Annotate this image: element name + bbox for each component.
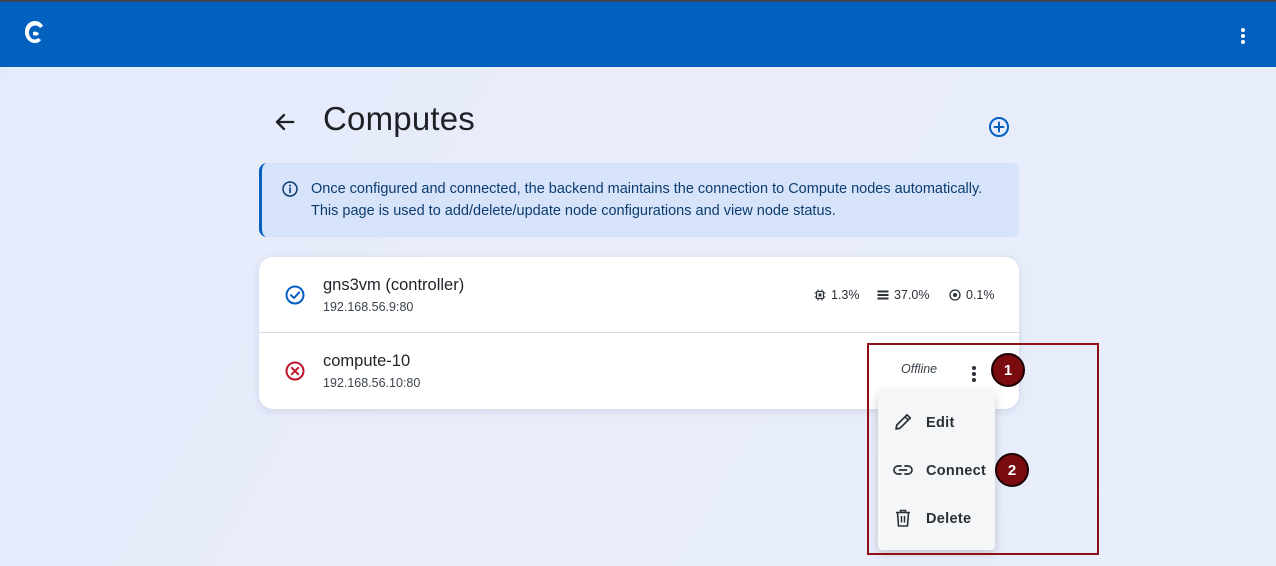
compute-address: 192.168.56.10:80 [323, 376, 421, 390]
info-icon [281, 180, 299, 198]
annotation-badge-2: 2 [995, 453, 1029, 487]
error-circle-icon [284, 360, 306, 382]
page-title: Computes [323, 100, 476, 137]
compute-name: gns3vm (controller) [323, 276, 465, 294]
info-alert-text: Once configured and connected, the backe… [311, 181, 983, 219]
check-circle-icon [284, 284, 306, 306]
compute-address: 192.168.56.9:80 [323, 300, 414, 314]
cpu-icon [814, 289, 826, 301]
compute-name: compute-10 [323, 352, 411, 370]
memory-stat: 37.0% [877, 288, 929, 302]
more-vert-icon[interactable] [1233, 24, 1253, 48]
memory-value: 37.0% [894, 288, 930, 302]
disk-stat: 0.1% [949, 288, 995, 302]
annotation-highlight-box [867, 343, 1099, 555]
disk-icon [949, 289, 961, 301]
cpu-value: 1.3% [831, 288, 860, 302]
app-bar [0, 2, 1276, 67]
annotation-badge-1: 1 [991, 353, 1025, 387]
cpu-stat: 1.3% [814, 288, 860, 302]
compute-row-gns3vm[interactable]: gns3vm (controller) 192.168.56.9:80 1.3%… [259, 257, 1019, 333]
info-alert: Once configured and connected, the backe… [259, 163, 1019, 237]
memory-icon [877, 290, 889, 300]
gns3-logo-icon[interactable] [23, 19, 47, 45]
arrow-back-icon[interactable] [270, 108, 298, 136]
disk-value: 0.1% [966, 288, 995, 302]
add-circle-icon[interactable] [985, 113, 1013, 141]
